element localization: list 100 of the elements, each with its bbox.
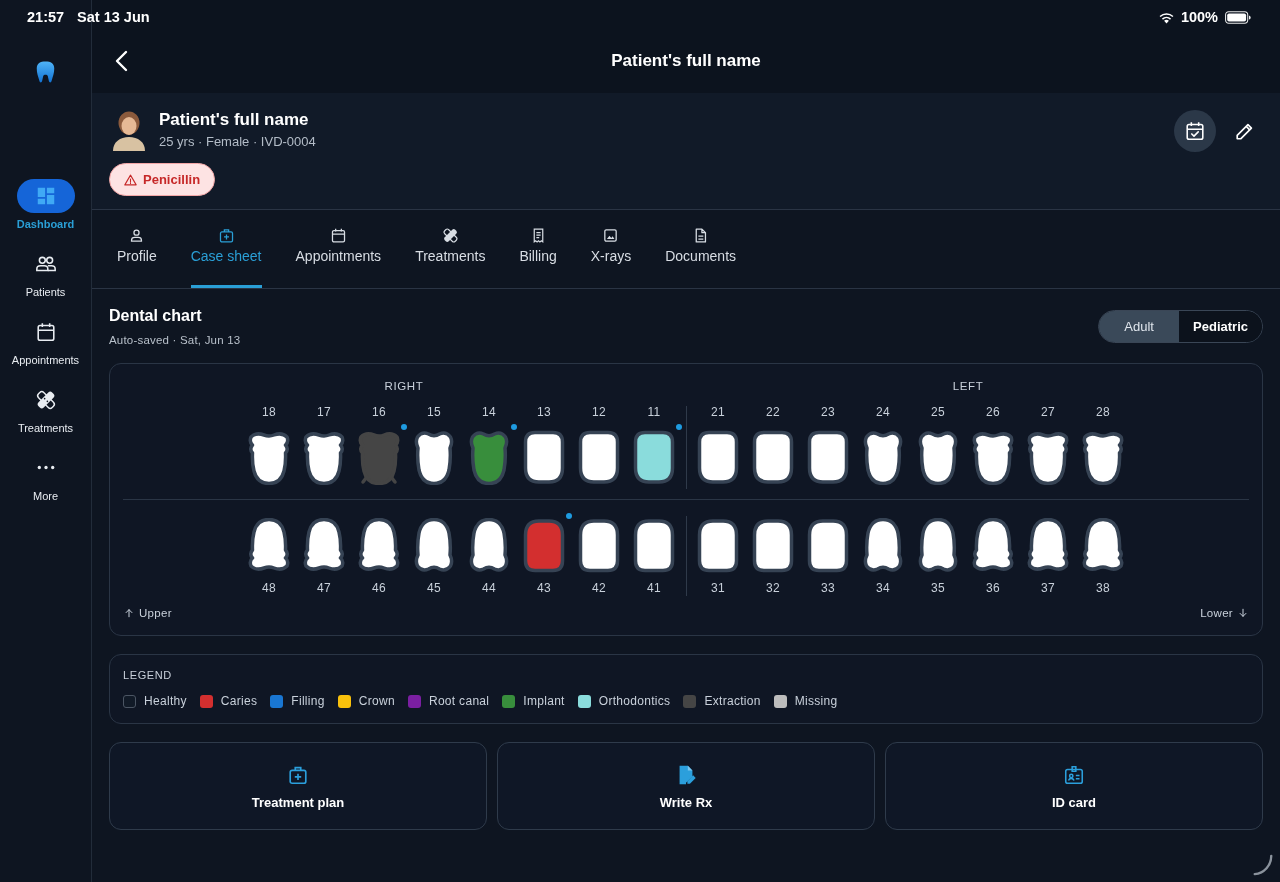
side-label: RIGHT xyxy=(384,379,424,393)
nav-item[interactable]: More xyxy=(0,451,91,503)
tooth-number: 25 xyxy=(931,404,945,420)
allergy-name: Penicillin xyxy=(143,172,201,187)
tooth-icon[interactable] xyxy=(751,429,795,485)
battery-icon xyxy=(1225,10,1251,24)
nav-item[interactable]: Appointments xyxy=(0,315,91,367)
bandage-icon xyxy=(441,227,459,244)
tooth-icon[interactable] xyxy=(696,518,740,574)
wifi-icon xyxy=(1157,10,1175,24)
tooth-number: 24 xyxy=(876,404,890,420)
patient-name: Patient's full name xyxy=(159,109,310,131)
tooth-number: 21 xyxy=(711,404,725,420)
tooth-number: 46 xyxy=(372,580,386,596)
tooth-icon[interactable] xyxy=(577,518,621,574)
tooth-number: 37 xyxy=(1041,580,1055,596)
tooth-number: 15 xyxy=(427,404,441,420)
chevron-left-icon xyxy=(113,50,129,72)
tooth-icon[interactable] xyxy=(1081,518,1125,574)
tab[interactable]: Case sheet xyxy=(190,210,262,288)
tooth-number: 26 xyxy=(986,404,1000,420)
tooth-icon[interactable] xyxy=(357,518,401,574)
tooth-icon[interactable] xyxy=(696,429,740,485)
tooth-number: 23 xyxy=(821,404,835,420)
tooth-number: 45 xyxy=(427,580,441,596)
tooth-icon[interactable] xyxy=(916,429,960,485)
legend-label: Crown xyxy=(358,693,395,709)
tab[interactable]: Documents xyxy=(665,210,737,288)
tooth-icon[interactable] xyxy=(861,429,905,485)
calendar-check-button[interactable] xyxy=(1174,110,1216,152)
tooth-icon[interactable] xyxy=(916,518,960,574)
tooth-number: 18 xyxy=(262,404,276,420)
tooth-number: 43 xyxy=(537,580,551,596)
tooth-number: 31 xyxy=(711,580,725,596)
nav-item[interactable]: Dashboard xyxy=(0,179,91,231)
tooth-icon[interactable] xyxy=(467,518,511,574)
tooth-number: 48 xyxy=(262,580,276,596)
tooth-number: 13 xyxy=(537,404,551,420)
tooth-icon[interactable] xyxy=(522,429,566,485)
legend-label: Orthodontics xyxy=(598,693,671,709)
calendar-icon xyxy=(34,320,57,343)
nav-item[interactable]: Treatments xyxy=(0,383,91,435)
legend-label: Caries xyxy=(220,693,258,709)
tooth-icon[interactable] xyxy=(412,429,456,485)
tooth-icon[interactable] xyxy=(302,518,346,574)
legend-label: Extraction xyxy=(704,693,761,709)
tab[interactable]: Treatments xyxy=(415,210,486,288)
tooth-number: 47 xyxy=(317,580,331,596)
action-card[interactable]: Treatment plan xyxy=(109,742,487,830)
tooth-number: 28 xyxy=(1096,404,1110,420)
tooth-icon[interactable] xyxy=(632,429,676,485)
tooth-icon[interactable] xyxy=(302,429,346,485)
tooth-icon[interactable] xyxy=(632,518,676,574)
arrow-up-icon xyxy=(124,608,134,618)
jaw-label: Upper xyxy=(139,606,172,621)
mode-option[interactable]: Pediatric xyxy=(1179,311,1262,342)
action-card[interactable]: ID card xyxy=(885,742,1263,830)
legend-title: LEGEND xyxy=(123,668,172,682)
tooth-icon[interactable] xyxy=(577,429,621,485)
tooth-icon[interactable] xyxy=(247,429,291,485)
tab[interactable]: Appointments xyxy=(295,210,382,288)
tooth-number: 27 xyxy=(1041,404,1055,420)
tooth-icon[interactable] xyxy=(806,429,850,485)
nav-item[interactable]: Patients xyxy=(0,247,91,299)
tooth-number: 42 xyxy=(592,580,606,596)
tooth-icon[interactable] xyxy=(1026,429,1070,485)
tooth-icon[interactable] xyxy=(1081,429,1125,485)
status-date: Sat 13 Jun xyxy=(77,8,150,26)
image-icon xyxy=(602,227,620,244)
arc-icon xyxy=(1252,854,1274,876)
tab[interactable]: Profile xyxy=(117,210,157,288)
action-card[interactable]: Write Rx xyxy=(497,742,875,830)
tooth-icon[interactable] xyxy=(971,429,1015,485)
tooth-icon[interactable] xyxy=(1026,518,1070,574)
tooth-number: 16 xyxy=(372,404,386,420)
id-badge-icon xyxy=(1063,764,1085,786)
side-label: LEFT xyxy=(952,379,984,393)
medical-bag-icon xyxy=(287,764,309,786)
tooth-logo-icon xyxy=(35,60,56,84)
jaw-label: Lower xyxy=(1200,606,1233,621)
status-time: 21:57 xyxy=(27,8,65,26)
tooth-number: 34 xyxy=(876,580,890,596)
tab[interactable]: Billing xyxy=(519,210,557,288)
tooth-number: 44 xyxy=(482,580,496,596)
tooth-icon[interactable] xyxy=(806,518,850,574)
tooth-number: 36 xyxy=(986,580,1000,596)
tooth-number: 17 xyxy=(317,404,331,420)
dashboard-icon xyxy=(16,178,75,213)
mode-option[interactable]: Adult xyxy=(1099,311,1180,342)
tooth-icon[interactable] xyxy=(247,518,291,574)
tooth-icon[interactable] xyxy=(861,518,905,574)
tooth-number: 14 xyxy=(482,404,496,420)
screen-title: Patient's full name xyxy=(611,50,761,72)
tooth-number: 32 xyxy=(766,580,780,596)
tooth-icon[interactable] xyxy=(971,518,1015,574)
tab[interactable]: X-rays xyxy=(590,210,632,288)
tooth-number: 33 xyxy=(821,580,835,596)
tooth-icon[interactable] xyxy=(412,518,456,574)
legend-label: Missing xyxy=(794,693,838,709)
tooth-icon[interactable] xyxy=(751,518,795,574)
